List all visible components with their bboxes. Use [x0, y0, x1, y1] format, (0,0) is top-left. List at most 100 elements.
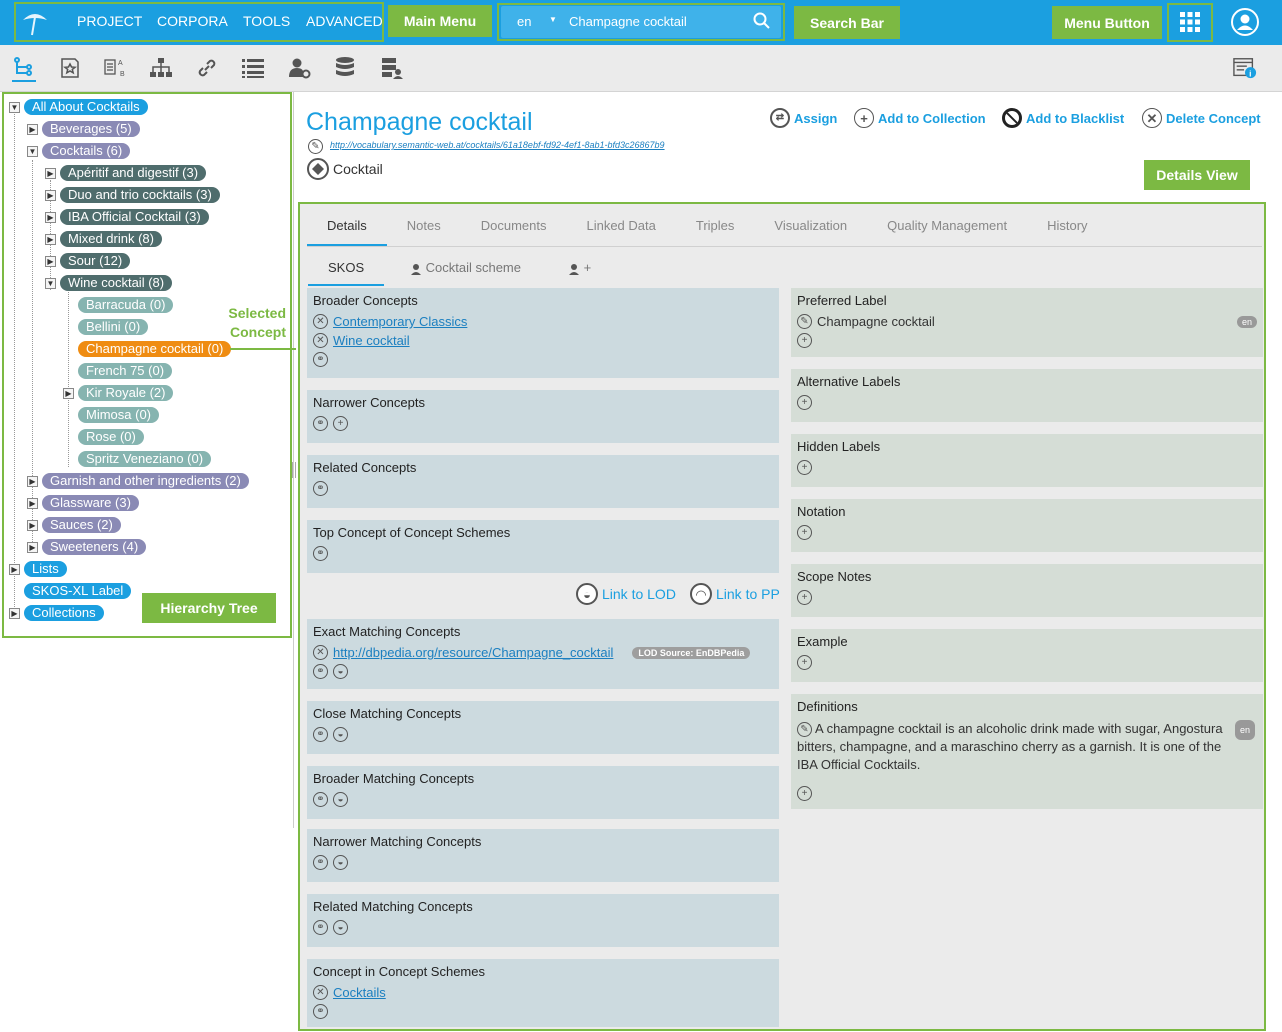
tree-collapse-toggle[interactable]: ▼	[9, 102, 20, 113]
subtab-add-scheme[interactable]: +	[568, 258, 591, 286]
lod-icon[interactable]: ◒	[333, 727, 348, 742]
link-icon[interactable]: ⚭	[313, 416, 328, 431]
tree-node-glassware[interactable]: Glassware (3)	[42, 495, 139, 511]
link-icon[interactable]: ⚭	[313, 792, 328, 807]
tree-expand-toggle[interactable]: ▶	[45, 168, 56, 179]
tree-node-wine-cocktail[interactable]: Wine cocktail (8)	[60, 275, 173, 291]
assign-action[interactable]: ⇄ Assign	[770, 108, 837, 128]
tab-linked-data[interactable]: Linked Data	[566, 206, 675, 246]
user-avatar-icon[interactable]	[1230, 7, 1260, 37]
tree-collapse-toggle[interactable]: ▼	[45, 278, 56, 289]
edit-icon[interactable]: ✎	[797, 314, 812, 329]
tree-expand-toggle[interactable]: ▶	[27, 520, 38, 531]
link-icon[interactable]: ⚭	[313, 664, 328, 679]
plus-icon[interactable]: +	[797, 395, 812, 410]
remove-icon[interactable]: ✕	[313, 645, 328, 660]
plus-icon[interactable]: +	[333, 416, 348, 431]
tree-expand-toggle[interactable]: ▶	[27, 476, 38, 487]
tree-node-cocktails[interactable]: Cocktails (6)	[42, 143, 131, 159]
delete-concept-action[interactable]: ✕ Delete Concept	[1142, 108, 1261, 128]
tree-node-beverages[interactable]: Beverages (5)	[42, 121, 140, 137]
link-to-pp-action[interactable]: ◠ Link to PP	[690, 583, 780, 605]
tree-node-mimosa[interactable]: Mimosa (0)	[78, 407, 160, 423]
info-panel-icon[interactable]: i	[1233, 56, 1257, 80]
tree-node-spritz[interactable]: Spritz Veneziano (0)	[78, 451, 212, 467]
concept-uri-link[interactable]: http://vocabulary.semantic-web.at/cockta…	[330, 140, 665, 150]
tree-node-sauces[interactable]: Sauces (2)	[42, 517, 121, 533]
tree-expand-toggle[interactable]: ▶	[27, 498, 38, 509]
tree-expand-toggle[interactable]: ▶	[27, 542, 38, 553]
tree-node-mixed-drink[interactable]: Mixed drink (8)	[60, 231, 162, 247]
subtab-skos[interactable]: SKOS	[308, 258, 385, 286]
subtab-cocktail-scheme[interactable]: Cocktail scheme	[410, 258, 521, 286]
user-settings-icon[interactable]	[287, 56, 311, 80]
broader-item-link[interactable]: Wine cocktail	[333, 333, 410, 348]
tree-expand-toggle[interactable]: ▶	[45, 256, 56, 267]
tree-node-bellini[interactable]: Bellini (0)	[78, 319, 149, 335]
tab-triples[interactable]: Triples	[676, 206, 755, 246]
tree-node-champagne-selected[interactable]: Champagne cocktail (0)	[78, 341, 232, 357]
tree-expand-toggle[interactable]: ▶	[27, 124, 38, 135]
schema-tree-icon[interactable]	[149, 56, 173, 80]
tree-expand-toggle[interactable]: ▶	[45, 190, 56, 201]
broader-item-link[interactable]: Contemporary Classics	[333, 314, 467, 329]
link-icon[interactable]: ⚭	[313, 727, 328, 742]
plus-icon[interactable]: +	[797, 525, 812, 540]
tree-node-root[interactable]: All About Cocktails	[24, 99, 148, 115]
lod-icon[interactable]: ◒	[333, 792, 348, 807]
list-icon[interactable]	[241, 56, 265, 80]
tree-node-kir-royale[interactable]: Kir Royale (2)	[78, 385, 174, 401]
tree-node-skosxl[interactable]: SKOS-XL Label	[24, 583, 132, 599]
plus-icon[interactable]: +	[797, 655, 812, 670]
tab-notes[interactable]: Notes	[387, 206, 461, 246]
tree-node-duo-trio[interactable]: Duo and trio cocktails (3)	[60, 187, 220, 203]
tree-collapse-toggle[interactable]: ▼	[27, 146, 38, 157]
lod-icon[interactable]: ◒	[333, 664, 348, 679]
tab-quality-management[interactable]: Quality Management	[867, 206, 1027, 246]
link-icon[interactable]	[195, 56, 219, 80]
tree-node-garnish[interactable]: Garnish and other ingredients (2)	[42, 473, 249, 489]
tree-node-sour[interactable]: Sour (12)	[60, 253, 131, 269]
tree-node-rose[interactable]: Rose (0)	[78, 429, 144, 445]
link-icon[interactable]: ⚭	[313, 352, 328, 367]
tree-node-sweeteners[interactable]: Sweeteners (4)	[42, 539, 147, 555]
tree-node-aperitif[interactable]: Apéritif and digestif (3)	[60, 165, 207, 181]
lod-icon[interactable]: ◒	[333, 920, 348, 935]
server-user-icon[interactable]	[379, 56, 403, 80]
tab-documents[interactable]: Documents	[461, 206, 567, 246]
tab-history[interactable]: History	[1027, 206, 1107, 246]
lod-icon[interactable]: ◒	[333, 855, 348, 870]
link-icon[interactable]: ⚭	[313, 546, 328, 561]
link-icon[interactable]: ⚭	[313, 855, 328, 870]
scheme-link[interactable]: Cocktails	[333, 985, 386, 1000]
tree-expand-toggle[interactable]: ▶	[45, 212, 56, 223]
tree-node-collections[interactable]: Collections	[24, 605, 104, 621]
tree-node-barracuda[interactable]: Barracuda (0)	[78, 297, 174, 313]
link-icon[interactable]: ⚭	[313, 920, 328, 935]
tree-expand-toggle[interactable]: ▶	[9, 564, 20, 575]
tree-expand-toggle[interactable]: ▶	[63, 388, 74, 399]
remove-icon[interactable]: ✕	[313, 314, 328, 329]
plus-icon[interactable]: +	[797, 590, 812, 605]
link-icon[interactable]: ⚭	[313, 1004, 328, 1019]
add-collection-action[interactable]: + Add to Collection	[854, 108, 986, 128]
tab-details[interactable]: Details	[307, 206, 387, 246]
exact-match-link[interactable]: http://dbpedia.org/resource/Champagne_co…	[333, 645, 613, 660]
plus-icon[interactable]: +	[797, 333, 812, 348]
database-icon[interactable]	[333, 56, 357, 80]
tree-node-french75[interactable]: French 75 (0)	[78, 363, 173, 379]
remove-icon[interactable]: ✕	[313, 985, 328, 1000]
link-icon[interactable]: ⚭	[313, 481, 328, 496]
text-mining-icon[interactable]: AB	[103, 56, 127, 80]
tree-expand-toggle[interactable]: ▶	[9, 608, 20, 619]
tree-expand-toggle[interactable]: ▶	[45, 234, 56, 245]
hierarchy-tree-icon[interactable]	[12, 54, 36, 82]
plus-icon[interactable]: +	[797, 460, 812, 475]
tree-node-iba[interactable]: IBA Official Cocktail (3)	[60, 209, 209, 225]
remove-icon[interactable]: ✕	[313, 333, 328, 348]
tab-visualization[interactable]: Visualization	[754, 206, 867, 246]
edit-icon[interactable]: ✎	[797, 722, 812, 738]
add-blacklist-action[interactable]: Add to Blacklist	[1002, 108, 1124, 128]
edit-uri-icon[interactable]: ✎	[308, 139, 323, 154]
favorites-icon[interactable]	[58, 56, 82, 80]
